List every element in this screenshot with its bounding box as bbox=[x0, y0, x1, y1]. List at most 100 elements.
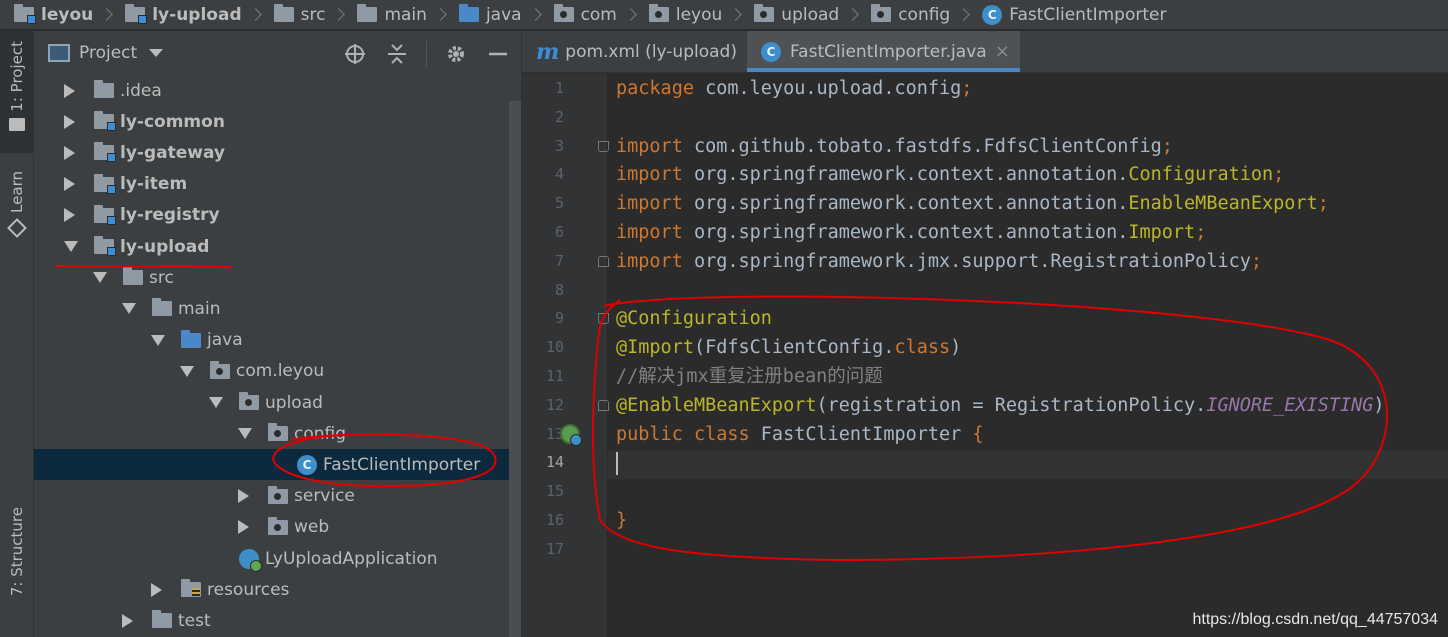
code-token: com.leyou.upload.config bbox=[705, 78, 962, 99]
tree-row[interactable]: test bbox=[34, 605, 521, 636]
breadcrumb-item[interactable]: src bbox=[273, 0, 325, 29]
tree-row[interactable]: java bbox=[34, 325, 521, 356]
collapsed-arrow-icon[interactable] bbox=[64, 114, 75, 129]
expanded-arrow-icon[interactable] bbox=[122, 303, 136, 315]
tree-row[interactable]: config bbox=[34, 418, 521, 449]
breadcrumb-item[interactable]: leyou bbox=[648, 0, 722, 29]
tree-item-label: .idea bbox=[120, 80, 162, 101]
collapsed-arrow-icon[interactable] bbox=[238, 520, 249, 535]
tree-row[interactable]: ly-item bbox=[34, 169, 521, 200]
spring-bean-gutter-icon[interactable] bbox=[560, 423, 582, 446]
code-token: import bbox=[616, 250, 694, 272]
expanded-arrow-icon[interactable] bbox=[151, 334, 165, 346]
tree-row[interactable]: ly-gateway bbox=[34, 137, 521, 168]
editor: m pom.xml (ly-upload) C FastClientImporter.… bbox=[521, 31, 1448, 637]
left-tool-strip: 1: Project Learn 7: Structure bbox=[0, 31, 34, 637]
fold-marker-icon[interactable] bbox=[598, 399, 609, 411]
tree-row[interactable]: resources bbox=[34, 574, 521, 605]
code-line[interactable]: import org.springframework.context.annot… bbox=[616, 160, 1284, 189]
breadcrumb-item[interactable]: ly-upload bbox=[125, 0, 242, 29]
tree-item-label: web bbox=[294, 517, 330, 538]
tree-row[interactable]: service bbox=[34, 481, 521, 512]
breadcrumb-item[interactable]: com bbox=[553, 0, 617, 29]
code-token: import bbox=[616, 193, 694, 215]
code-line[interactable]: import org.springframework.context.annot… bbox=[616, 218, 1206, 247]
code-token: ) bbox=[950, 337, 962, 359]
code-line[interactable]: import org.springframework.jmx.support.R… bbox=[616, 247, 1262, 276]
project-view-selector[interactable]: Project bbox=[79, 43, 137, 63]
watermark: https://blog.csdn.net/qq_44757034 bbox=[1192, 611, 1438, 628]
gear-icon[interactable] bbox=[443, 41, 469, 67]
editor-tab-label: FastClientImporter.java bbox=[789, 41, 987, 62]
code-line[interactable]: @EnableMBeanExport(registration = Regist… bbox=[616, 391, 1385, 420]
breadcrumb-item-label: ly-upload bbox=[152, 4, 242, 25]
code-line[interactable]: import com.github.tobato.fastdfs.FdfsCli… bbox=[616, 132, 1173, 161]
close-icon[interactable]: × bbox=[995, 41, 1010, 62]
tree-row[interactable]: web bbox=[34, 512, 521, 543]
breadcrumb-item[interactable]: upload bbox=[754, 0, 839, 29]
line-number: 13 bbox=[545, 424, 564, 443]
package-icon bbox=[268, 516, 288, 535]
collapsed-arrow-icon[interactable] bbox=[122, 613, 133, 628]
breadcrumb-item[interactable]: config bbox=[871, 0, 950, 29]
source-folder-icon bbox=[181, 329, 201, 348]
tree-row[interactable]: LyUploadApplication bbox=[34, 543, 521, 574]
code-line[interactable] bbox=[616, 448, 618, 477]
breadcrumb-item[interactable]: java bbox=[458, 0, 522, 29]
code-token: @Configuration bbox=[616, 308, 772, 330]
collapsed-arrow-icon[interactable] bbox=[151, 582, 162, 597]
editor-tab-active[interactable]: C FastClientImporter.java × bbox=[746, 31, 1020, 72]
project-tool-tab-label: 1: Project bbox=[8, 41, 26, 112]
collapsed-arrow-icon[interactable] bbox=[64, 83, 75, 98]
collapsed-arrow-icon[interactable] bbox=[64, 208, 75, 223]
breadcrumb-item[interactable]: C FastClientImporter bbox=[982, 0, 1167, 29]
editor-scrollbar[interactable] bbox=[1434, 74, 1448, 637]
learn-tool-tab[interactable]: Learn bbox=[0, 171, 34, 251]
code-line[interactable]: package com.leyou.upload.config; bbox=[616, 74, 972, 103]
expanded-arrow-icon[interactable] bbox=[64, 241, 78, 252]
tree-row[interactable]: .idea bbox=[34, 75, 521, 106]
expanded-arrow-icon[interactable] bbox=[180, 365, 194, 377]
code-area[interactable]: 1 2 3 4 5 6 7 8 9 10 11 12 13 14 15 16 17 package com.le… bbox=[522, 74, 1448, 637]
fold-marker-icon[interactable] bbox=[598, 313, 609, 325]
code-line[interactable]: public class FastClientImporter { bbox=[616, 420, 984, 449]
structure-tool-tab[interactable]: 7: Structure bbox=[0, 507, 34, 637]
code-line[interactable]: //解决jmx重复注册bean的问题 bbox=[616, 362, 883, 391]
tree-row[interactable]: ly-registry bbox=[34, 200, 521, 231]
code-line[interactable]: @Import(FdfsClientConfig.class) bbox=[616, 333, 961, 362]
folder-icon bbox=[152, 298, 172, 317]
code-token: ; bbox=[1250, 250, 1263, 272]
tree-row[interactable]: src bbox=[34, 262, 521, 293]
breadcrumb-item[interactable]: main bbox=[357, 0, 427, 29]
collapsed-arrow-icon[interactable] bbox=[64, 177, 75, 192]
code-line[interactable]: } bbox=[616, 506, 627, 535]
code-line[interactable]: @Configuration bbox=[616, 304, 772, 333]
expanded-arrow-icon[interactable] bbox=[209, 397, 223, 408]
code-line[interactable]: import org.springframework.context.annot… bbox=[616, 189, 1329, 218]
breadcrumb-item[interactable]: leyou bbox=[14, 0, 93, 29]
collapsed-arrow-icon[interactable] bbox=[64, 145, 75, 160]
tree-row[interactable]: com.leyou bbox=[34, 356, 521, 387]
locate-icon[interactable] bbox=[342, 41, 368, 67]
project-tool-tab[interactable]: 1: Project bbox=[0, 31, 34, 153]
collapsed-arrow-icon[interactable] bbox=[238, 489, 249, 504]
tree-row[interactable]: main bbox=[34, 293, 521, 324]
chevron-down-icon[interactable] bbox=[149, 49, 164, 57]
breadcrumb-item-label: FastClientImporter bbox=[1009, 4, 1167, 25]
minimize-icon[interactable] bbox=[485, 41, 511, 67]
folder-icon bbox=[152, 610, 172, 629]
tree-row[interactable]: ly-upload bbox=[34, 231, 521, 262]
tree-row[interactable]: upload bbox=[34, 387, 521, 418]
tree-item-label: ly-item bbox=[120, 174, 188, 195]
fold-marker-icon[interactable] bbox=[598, 255, 609, 267]
expanded-arrow-icon[interactable] bbox=[93, 272, 107, 284]
tree-row[interactable]: ly-common bbox=[34, 106, 521, 137]
breadcrumb-item-label: main bbox=[384, 4, 427, 25]
editor-tab[interactable]: m pom.xml (ly-upload) bbox=[522, 31, 747, 72]
project-tree-scrollbar[interactable] bbox=[509, 101, 521, 637]
expanded-arrow-icon[interactable] bbox=[238, 428, 252, 440]
fold-marker-icon[interactable] bbox=[598, 140, 609, 152]
resources-folder-icon bbox=[181, 579, 201, 598]
tree-row-selected[interactable]: C FastClientImporter bbox=[34, 449, 521, 481]
collapse-all-icon[interactable] bbox=[384, 41, 410, 67]
